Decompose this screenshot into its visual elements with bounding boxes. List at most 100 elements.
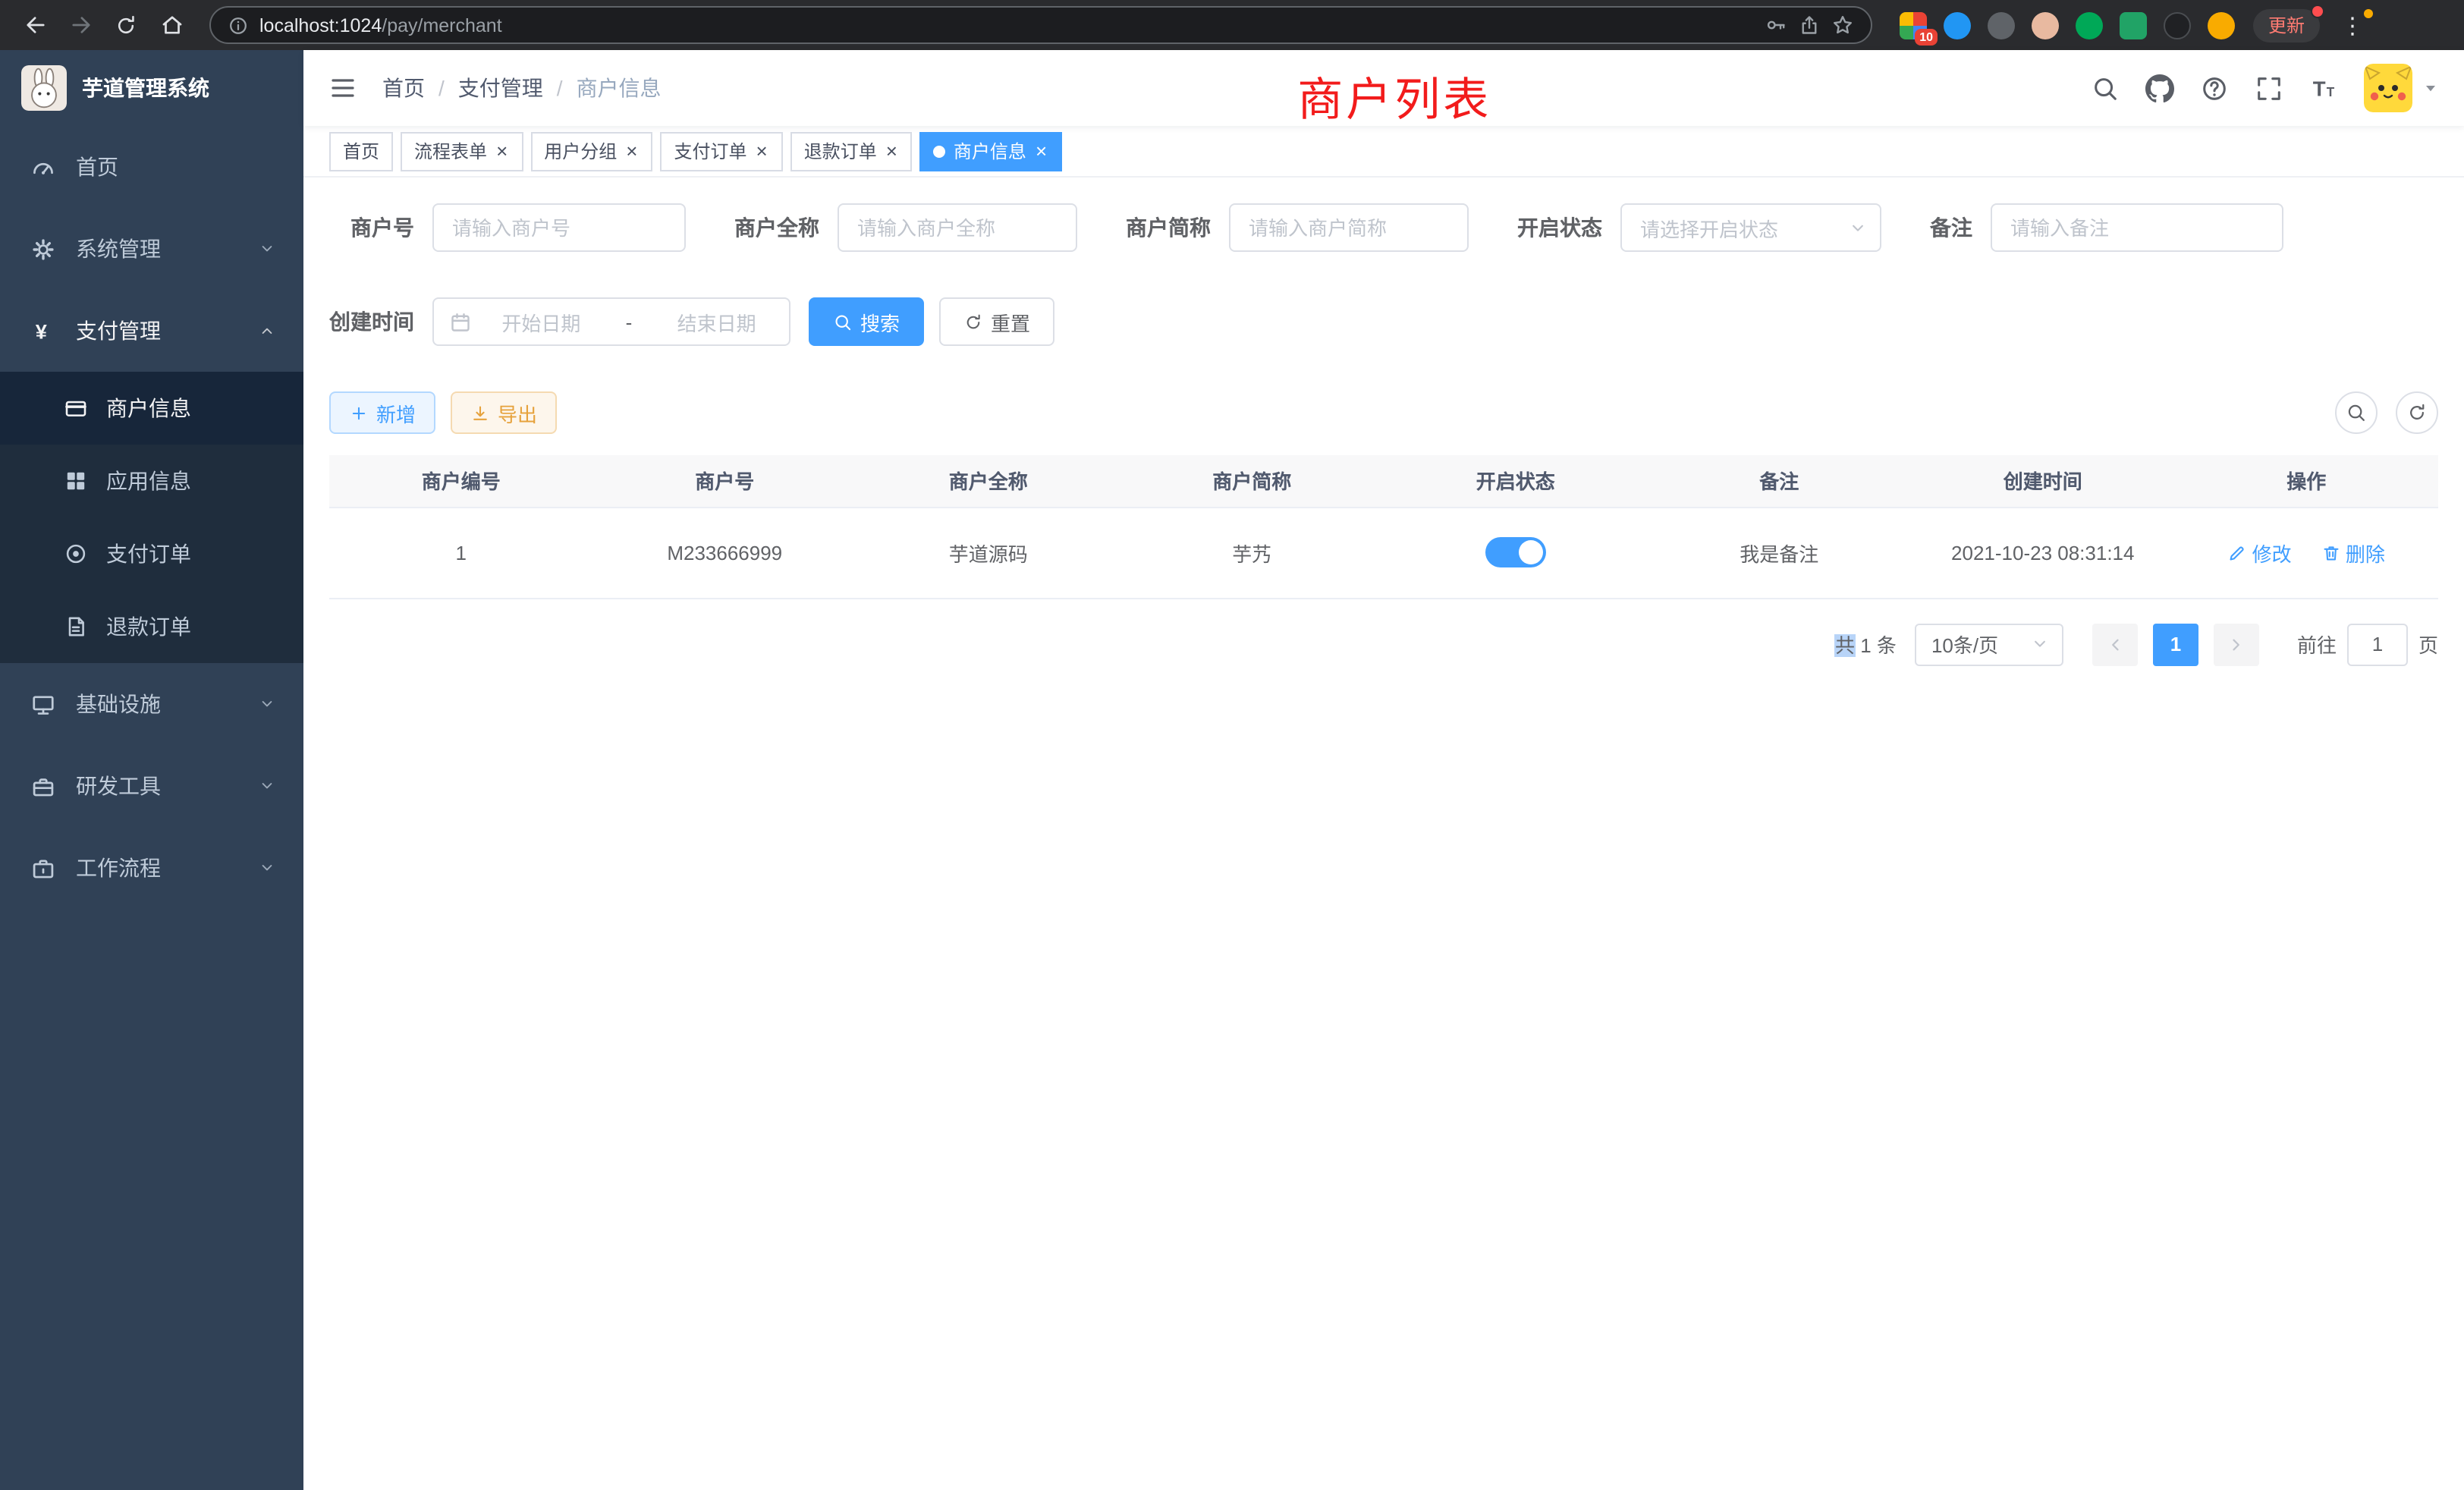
delete-link[interactable]: 删除 bbox=[2321, 538, 2385, 567]
breadcrumb-item[interactable]: 支付管理 bbox=[458, 73, 543, 103]
font-size-icon[interactable] bbox=[2309, 74, 2338, 102]
tag-close-icon[interactable]: × bbox=[495, 141, 509, 161]
merchant-short-input[interactable] bbox=[1229, 203, 1469, 252]
tag-merchant-info[interactable]: 商户信息 × bbox=[920, 131, 1062, 171]
column-header: 操作 bbox=[2175, 455, 2439, 507]
browser-back-button[interactable] bbox=[15, 5, 55, 45]
breadcrumb-item[interactable]: 首页 bbox=[382, 73, 425, 103]
add-button[interactable]: 新增 bbox=[329, 391, 435, 434]
chevron-left-icon bbox=[2104, 633, 2126, 655]
url-bar[interactable]: localhost:1024/pay/merchant bbox=[209, 6, 1872, 44]
edit-link[interactable]: 修改 bbox=[2228, 538, 2292, 567]
sidebar-subitem-merchant-info[interactable]: 商户信息 bbox=[0, 372, 303, 445]
avatar bbox=[2364, 64, 2412, 112]
app-logo[interactable]: 芋道管理系统 bbox=[0, 50, 303, 126]
extension-icon-2[interactable] bbox=[1944, 11, 1971, 39]
sidebar-item-home[interactable]: 首页 bbox=[0, 126, 303, 208]
table-row: 1 M233666999 芋道源码 芋艿 我是备注 2021-10-23 08:… bbox=[329, 507, 2438, 598]
next-page-button[interactable] bbox=[2214, 623, 2259, 665]
browser-reload-button[interactable] bbox=[106, 5, 146, 45]
remark-input[interactable] bbox=[1991, 203, 2283, 252]
fullscreen-icon[interactable] bbox=[2255, 74, 2283, 102]
create-time-label: 创建时间 bbox=[329, 306, 432, 337]
browser-update-button[interactable]: 更新 bbox=[2253, 8, 2320, 42]
extension-icon-6[interactable] bbox=[2120, 11, 2147, 39]
page-unit-label: 页 bbox=[2418, 630, 2438, 659]
github-icon[interactable] bbox=[2145, 74, 2174, 102]
tag-close-icon[interactable]: × bbox=[885, 141, 899, 161]
sidebar-item-infra[interactable]: 基础设施 bbox=[0, 663, 303, 745]
calendar-icon bbox=[449, 310, 472, 333]
sidebar-item-system[interactable]: 系统管理 bbox=[0, 208, 303, 290]
cell-short-name: 芋艿 bbox=[1120, 507, 1384, 598]
tag-home[interactable]: 首页 bbox=[329, 131, 393, 171]
tag-pay-order[interactable]: 支付订单 × bbox=[660, 131, 782, 171]
chevron-down-icon bbox=[2030, 634, 2050, 654]
sidebar-item-workflow[interactable]: 工作流程 bbox=[0, 827, 303, 909]
export-button[interactable]: 导出 bbox=[451, 391, 557, 434]
browser-menu-icon[interactable]: ⋮ bbox=[2335, 11, 2370, 39]
extension-icon-8[interactable] bbox=[2208, 11, 2235, 39]
refresh-table-button[interactable] bbox=[2396, 391, 2438, 434]
breadcrumb-separator: / bbox=[438, 76, 445, 100]
extension-icon-1[interactable]: 10 bbox=[1900, 11, 1927, 39]
status-toggle[interactable] bbox=[1485, 537, 1546, 567]
extension-icon-7[interactable] bbox=[2164, 11, 2191, 39]
tag-process-form[interactable]: 流程表单 × bbox=[401, 131, 523, 171]
sidebar-item-payment[interactable]: 支付管理 bbox=[0, 290, 303, 372]
user-menu[interactable] bbox=[2364, 64, 2440, 112]
sidebar-item-label: 工作流程 bbox=[76, 853, 161, 883]
breadcrumb-separator: / bbox=[557, 76, 563, 100]
help-icon[interactable] bbox=[2200, 74, 2229, 102]
page-size-select[interactable]: 10条/页 bbox=[1915, 623, 2063, 665]
form-item-merchant-name: 商户全称 bbox=[734, 203, 1077, 252]
prev-page-button[interactable] bbox=[2092, 623, 2138, 665]
tag-user-group[interactable]: 用户分组 × bbox=[530, 131, 652, 171]
merchant-no-input[interactable] bbox=[432, 203, 686, 252]
sidebar-subitem-app-info[interactable]: 应用信息 bbox=[0, 445, 303, 517]
main-area: 商户列表 首页 / 支付管理 / 商户信息 bbox=[303, 50, 2464, 1490]
extension-icon-5[interactable] bbox=[2076, 11, 2103, 39]
goto-page-input[interactable] bbox=[2347, 623, 2408, 665]
cell-remark: 我是备注 bbox=[1648, 507, 1912, 598]
yuan-icon bbox=[30, 318, 56, 344]
search-button[interactable]: 搜索 bbox=[809, 297, 924, 346]
password-key-icon[interactable] bbox=[1765, 14, 1787, 36]
download-icon bbox=[470, 403, 490, 423]
sidebar-subitem-label: 商户信息 bbox=[106, 393, 191, 423]
column-header: 备注 bbox=[1648, 455, 1912, 507]
refresh-icon bbox=[963, 312, 983, 332]
tag-close-icon[interactable]: × bbox=[1034, 141, 1048, 161]
reset-button[interactable]: 重置 bbox=[939, 297, 1054, 346]
sidebar-fold-icon[interactable] bbox=[328, 73, 358, 103]
export-button-label: 导出 bbox=[498, 398, 537, 427]
share-icon[interactable] bbox=[1798, 14, 1821, 36]
browser-forward-button[interactable] bbox=[61, 5, 100, 45]
site-info-icon[interactable] bbox=[228, 14, 249, 36]
merchant-short-label: 商户简称 bbox=[1126, 212, 1229, 243]
search-icon[interactable] bbox=[2091, 74, 2120, 102]
page-number-button[interactable]: 1 bbox=[2153, 623, 2198, 665]
extension-icon-3[interactable] bbox=[1988, 11, 2015, 39]
form-item-merchant-short: 商户简称 bbox=[1126, 203, 1469, 252]
sidebar-subitem-pay-order[interactable]: 支付订单 bbox=[0, 517, 303, 590]
status-select[interactable]: 请选择开启状态 bbox=[1620, 203, 1881, 252]
record-icon bbox=[64, 542, 88, 566]
browser-chrome: localhost:1024/pay/merchant 10 更新 ⋮ bbox=[0, 0, 2464, 50]
tag-refund-order[interactable]: 退款订单 × bbox=[790, 131, 913, 171]
sidebar-item-label: 首页 bbox=[76, 152, 118, 182]
tag-close-icon[interactable]: × bbox=[755, 141, 769, 161]
sidebar-item-label: 支付管理 bbox=[76, 316, 161, 346]
sidebar-subitem-refund-order[interactable]: 退款订单 bbox=[0, 590, 303, 663]
tag-close-icon[interactable]: × bbox=[624, 141, 639, 161]
chevron-down-icon bbox=[258, 240, 276, 258]
date-range-picker[interactable]: 开始日期 - 结束日期 bbox=[432, 297, 790, 346]
breadcrumb-current: 商户信息 bbox=[577, 73, 662, 103]
bookmark-star-icon[interactable] bbox=[1831, 14, 1854, 36]
browser-home-button[interactable] bbox=[152, 5, 191, 45]
extension-icon-4[interactable] bbox=[2032, 11, 2059, 39]
show-search-toggle-button[interactable] bbox=[2335, 391, 2378, 434]
sidebar-item-devtools[interactable]: 研发工具 bbox=[0, 745, 303, 827]
column-header: 商户简称 bbox=[1120, 455, 1384, 507]
merchant-name-input[interactable] bbox=[838, 203, 1077, 252]
